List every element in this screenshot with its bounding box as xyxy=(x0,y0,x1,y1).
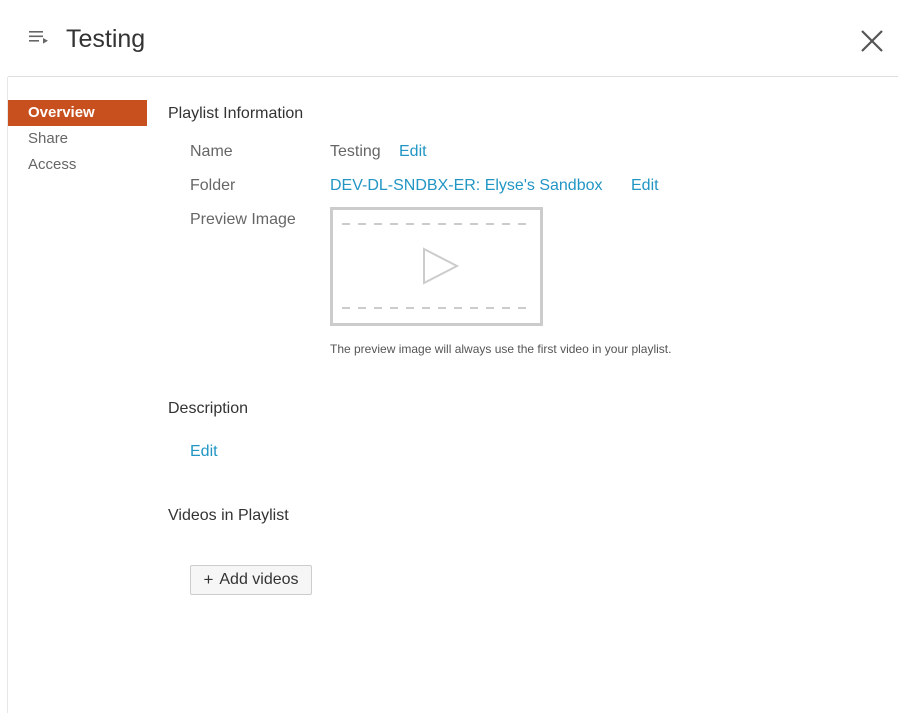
name-value: Testing xyxy=(330,143,381,160)
close-button[interactable] xyxy=(858,27,886,55)
folder-label: Folder xyxy=(190,177,236,194)
edit-description-link[interactable]: Edit xyxy=(190,441,218,463)
panel-header: Testing xyxy=(0,0,898,76)
preview-image xyxy=(330,207,543,326)
header-divider xyxy=(8,76,898,77)
sidebar: Overview Share Access xyxy=(8,100,147,178)
add-videos-button[interactable]: + Add videos xyxy=(190,565,312,595)
preview-image-note: The preview image will always use the fi… xyxy=(330,342,672,356)
close-icon xyxy=(861,30,883,52)
sidebar-item-overview[interactable]: Overview xyxy=(8,100,147,126)
plus-icon: + xyxy=(203,570,214,589)
name-label: Name xyxy=(190,143,233,160)
videos-in-playlist-heading: Videos in Playlist xyxy=(168,507,289,524)
add-videos-label: Add videos xyxy=(219,571,299,588)
folder-link[interactable]: DEV-DL-SNDBX-ER: Elyse's Sandbox xyxy=(330,175,602,197)
edit-name-link[interactable]: Edit xyxy=(399,141,427,163)
video-placeholder-icon xyxy=(330,207,543,326)
preview-image-label: Preview Image xyxy=(190,211,296,228)
page-title: Testing xyxy=(66,25,146,53)
sidebar-item-access[interactable]: Access xyxy=(8,152,147,178)
playlist-information-heading: Playlist Information xyxy=(168,105,304,122)
description-heading: Description xyxy=(168,400,249,417)
playlist-icon xyxy=(29,29,49,45)
edit-folder-link[interactable]: Edit xyxy=(631,175,659,197)
sidebar-item-share[interactable]: Share xyxy=(8,126,147,152)
